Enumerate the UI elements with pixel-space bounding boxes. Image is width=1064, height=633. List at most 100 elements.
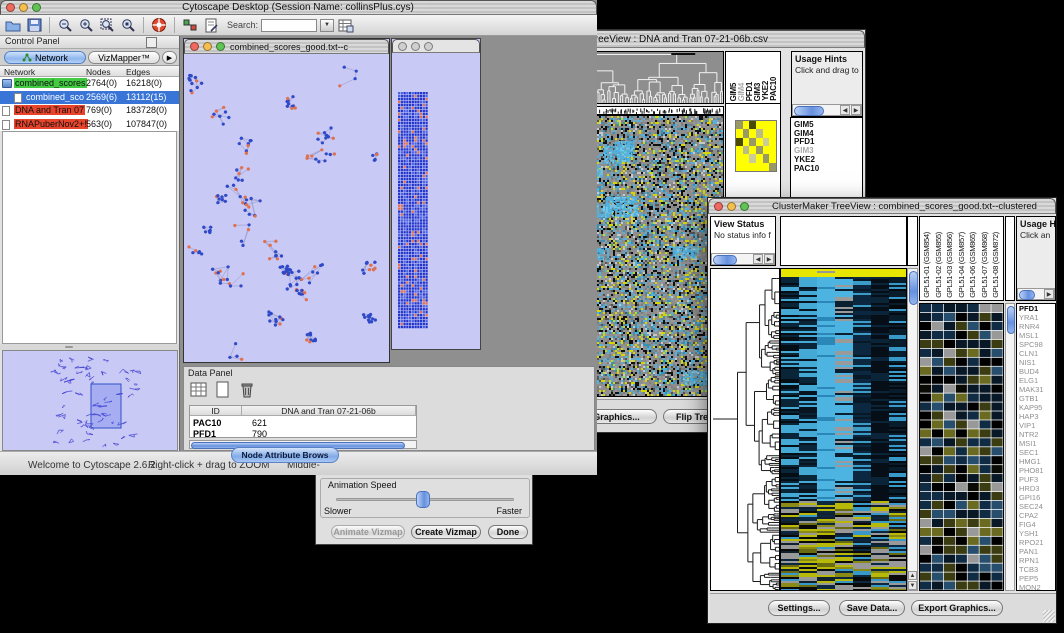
- scroll-thumb[interactable]: [1007, 306, 1015, 334]
- zoom-fit-icon[interactable]: [98, 17, 116, 33]
- gene-label[interactable]: GPI16: [1017, 493, 1055, 502]
- search-dropdown-arrow[interactable]: ▼: [320, 19, 334, 32]
- gene-label[interactable]: RPO21: [1017, 538, 1055, 547]
- gene-label[interactable]: HAP3: [1017, 412, 1055, 421]
- network1-title-bar[interactable]: combined_scores_good.txt--cluste...: [184, 39, 389, 54]
- open-folder-icon[interactable]: [4, 17, 22, 33]
- zoom-button[interactable]: [216, 42, 225, 51]
- tv2-row-dendrogram[interactable]: [711, 269, 779, 590]
- gene-label[interactable]: MSI1: [1017, 439, 1055, 448]
- gene-label[interactable]: MSL1: [1017, 331, 1055, 340]
- gene-label[interactable]: TCB3: [1017, 565, 1055, 574]
- gene-label[interactable]: YRA1: [1017, 313, 1055, 322]
- gene-label[interactable]: YSH1: [1017, 529, 1055, 538]
- gene-label[interactable]: MAK31: [1017, 385, 1055, 394]
- network-list-row[interactable]: combined_sco2569(6)13112(15): [0, 91, 179, 105]
- scroll-thumb[interactable]: [1019, 290, 1035, 300]
- close-button[interactable]: [398, 42, 407, 51]
- save-data-button[interactable]: Save Data...: [839, 600, 905, 616]
- zoom-in-icon[interactable]: [77, 17, 95, 33]
- gene-label[interactable]: FIG4: [1017, 520, 1055, 529]
- row-value[interactable]: 621: [252, 418, 267, 428]
- overview-canvas[interactable]: [3, 351, 177, 450]
- tv2-zoom-heatmap[interactable]: [920, 304, 1003, 590]
- done-button[interactable]: Done: [488, 525, 528, 539]
- zoom-button[interactable]: [424, 42, 433, 51]
- scroll-left-icon[interactable]: ◀: [840, 105, 850, 115]
- minimize-button[interactable]: [727, 202, 736, 211]
- gene-label[interactable]: MON2: [1017, 583, 1055, 591]
- gene-label[interactable]: CLN1: [1017, 349, 1055, 358]
- gene-label[interactable]: PFD1: [1017, 304, 1055, 313]
- scroll-thumb[interactable]: [909, 271, 918, 305]
- scroll-right-icon[interactable]: ▶: [851, 105, 861, 115]
- help-icon[interactable]: [150, 17, 168, 33]
- zoom-out-icon[interactable]: [56, 17, 74, 33]
- scroll-right-icon[interactable]: ▶: [764, 254, 774, 264]
- tv1-zoom-heatmap[interactable]: [735, 120, 777, 172]
- network-list-row[interactable]: combined_scores2764(0)16218(0): [0, 77, 179, 91]
- gene-label[interactable]: PUF3: [1017, 475, 1055, 484]
- row-id[interactable]: PAC10: [193, 418, 221, 428]
- tv2-zoom-vscroll[interactable]: [1005, 303, 1015, 591]
- save-icon[interactable]: [25, 17, 43, 33]
- main-title-bar[interactable]: Cytoscape Desktop (Session Name: collins…: [0, 0, 597, 15]
- tv2-heatmap[interactable]: [781, 269, 906, 590]
- tab-vizmapper[interactable]: VizMapper™: [88, 51, 160, 64]
- close-button[interactable]: [6, 3, 15, 12]
- resize-grip[interactable]: [1043, 610, 1055, 622]
- tv2-status-scrollbar[interactable]: ◀ ▶: [711, 253, 775, 265]
- zoom-selected-icon[interactable]: [119, 17, 137, 33]
- export-graphics-button[interactable]: Export Graphics...: [911, 600, 1003, 616]
- gene-label[interactable]: SEC1: [1017, 448, 1055, 457]
- gene-label[interactable]: RPN1: [1017, 556, 1055, 565]
- gene-label[interactable]: PEP5: [1017, 574, 1055, 583]
- close-button[interactable]: [714, 202, 723, 211]
- tv2-heatmap-vscroll[interactable]: ▲ ▼: [907, 268, 918, 591]
- node-attribute-browser-button[interactable]: Node Attribute Brows: [231, 447, 339, 463]
- gene-label[interactable]: HMG1: [1017, 457, 1055, 466]
- vizmapper-icon[interactable]: [181, 17, 199, 33]
- minimize-button[interactable]: [203, 42, 212, 51]
- gene-label[interactable]: SEC24: [1017, 502, 1055, 511]
- annotation-icon[interactable]: [202, 17, 220, 33]
- search-input[interactable]: [261, 19, 317, 32]
- gene-label[interactable]: BUD4: [1017, 367, 1055, 376]
- minimize-button[interactable]: [411, 42, 420, 51]
- gene-label[interactable]: KAP95: [1017, 403, 1055, 412]
- speed-slider-thumb[interactable]: [416, 491, 430, 508]
- scroll-down-icon[interactable]: ▼: [908, 581, 917, 590]
- scroll-left-icon[interactable]: ◀: [753, 254, 763, 264]
- id-column-header[interactable]: ID: [190, 406, 242, 416]
- attribute-table[interactable]: ID DNA and Tran 07-21-06b PAC10621PFD179…: [189, 405, 417, 438]
- gene-label[interactable]: HRD3: [1017, 484, 1055, 493]
- gene-label[interactable]: ELG1: [1017, 376, 1055, 385]
- scroll-thumb[interactable]: [713, 255, 737, 265]
- tv1-hints-scrollbar[interactable]: ◀ ▶: [792, 104, 862, 116]
- network1-canvas[interactable]: [184, 55, 389, 363]
- gene-label[interactable]: GTB1: [1017, 394, 1055, 403]
- new-attribute-icon[interactable]: [214, 381, 234, 401]
- gene-label[interactable]: RNR4: [1017, 322, 1055, 331]
- scroll-thumb[interactable]: [794, 106, 824, 116]
- scroll-up-icon[interactable]: ▲: [908, 571, 917, 580]
- tv2-hints-scrollbar[interactable]: ▶: [1017, 288, 1055, 300]
- attribute-table-icon[interactable]: [190, 381, 210, 401]
- minimize-button[interactable]: [19, 3, 28, 12]
- tv2-row-dendrogram-panel[interactable]: [710, 268, 780, 591]
- zoom-button[interactable]: [32, 3, 41, 12]
- tv2-title-bar[interactable]: ClusterMaker TreeView : combined_scores_…: [708, 198, 1056, 214]
- network2-title-bar[interactable]: [392, 39, 480, 53]
- gene-label[interactable]: PHO81: [1017, 466, 1055, 475]
- settings-button[interactable]: Settings...: [768, 600, 830, 616]
- gene-label[interactable]: VIP1: [1017, 421, 1055, 430]
- gene-label[interactable]: PAN1: [1017, 547, 1055, 556]
- gene-label[interactable]: NIS1: [1017, 358, 1055, 367]
- gene-label[interactable]: NTR2: [1017, 430, 1055, 439]
- network-list-row[interactable]: DNA and Tran 07769(0)183728(0): [0, 104, 179, 118]
- network-overview[interactable]: [2, 350, 178, 451]
- network2-canvas[interactable]: [398, 92, 428, 329]
- tv2-heatmap-panel[interactable]: [780, 268, 907, 591]
- gene-label[interactable]: SPC98: [1017, 340, 1055, 349]
- float-panel-icon[interactable]: [146, 37, 157, 48]
